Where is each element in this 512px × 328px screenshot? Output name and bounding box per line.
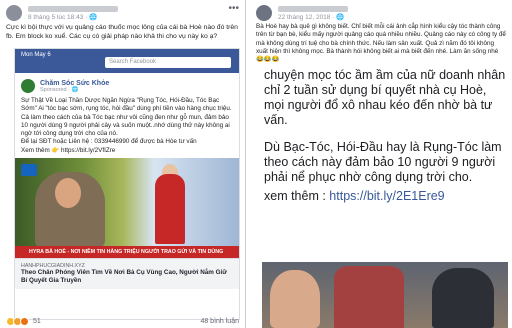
channel-logo-icon	[21, 164, 37, 177]
see-more-line: xem thêm : https://bit.ly/2E1Ere9	[262, 187, 508, 206]
person-left-figure	[270, 270, 320, 328]
author-block: 22 tháng 12, 2018 · 🌐	[278, 4, 348, 21]
avatar[interactable]	[6, 5, 22, 21]
post-caption: Bà Hoè hay bà quê gì không biết. Chỉ biế…	[256, 23, 506, 64]
left-post: 8 tháng 5 lúc 18:43 · 🌐 ••• Cực kì bội t…	[0, 0, 246, 328]
post-header: 8 tháng 5 lúc 18:43 · 🌐 •••	[0, 0, 245, 22]
author-name[interactable]	[278, 6, 348, 12]
see-more-link[interactable]: https://bit.ly/2E1Ere9	[329, 189, 444, 203]
ad-header: Chăm Sóc Sức Khỏe Sponsored · 🌐	[15, 73, 239, 95]
reactions-bar: 51 48 bình luận	[6, 317, 239, 326]
post-date[interactable]: 8 tháng 5 lúc 18:43 · 🌐	[28, 13, 118, 21]
embedded-screenshot[interactable]: Mon May 6 Search Facebook Chăm Sóc Sức K…	[14, 48, 240, 320]
post-header: 22 tháng 12, 2018 · 🌐	[250, 0, 512, 22]
post-caption: Cực kì bội thực với vụ quảng cáo thuốc m…	[6, 24, 238, 40]
reporter-figure	[155, 174, 185, 245]
author-block: 8 tháng 5 lúc 18:43 · 🌐	[28, 4, 118, 21]
link-title: Theo Chân Phóng Viên Tìm Về Nơi Bà Cụ Vù…	[21, 269, 227, 285]
quote-paragraph-2: Dù Bạc-Tóc, Hói-Đầu hay là Rụng-Tóc làm …	[264, 140, 502, 184]
see-more-label: xem thêm :	[264, 189, 330, 203]
post-date[interactable]: 22 tháng 12, 2018 · 🌐	[278, 13, 348, 21]
page-name: Chăm Sóc Sức Khỏe	[40, 79, 110, 87]
ad-text: Sự Thật Về Loại Thần Dược Ngăn Ngừa "Rụn…	[21, 97, 232, 154]
reactions-count[interactable]: 51	[33, 318, 41, 325]
post-date-text[interactable]: 22 tháng 12, 2018 ·	[278, 14, 336, 21]
globe-icon: 🌐	[336, 14, 345, 21]
post-date-text[interactable]: 8 tháng 5 lúc 18:43 ·	[28, 14, 89, 21]
facebook-topbar: Mon May 6 Search Facebook	[15, 49, 239, 73]
globe-icon: 🌐	[89, 14, 98, 21]
search-input: Search Facebook	[105, 57, 231, 68]
sponsored-label: Sponsored · 🌐	[40, 87, 109, 93]
quote-paragraph-1: chuyện mọc tóc ầm ầm của nữ doanh nhân c…	[264, 68, 506, 127]
right-post: 22 tháng 12, 2018 · 🌐 Bà Hoè hay bà quê …	[250, 0, 512, 328]
news-image	[262, 262, 508, 328]
comments-count[interactable]: 48 bình luận	[200, 318, 239, 325]
globe-icon: 🌐	[71, 86, 79, 93]
angry-reaction-icon[interactable]	[20, 317, 29, 326]
ad-image: HYRA BÀ HOÈ - NƠI NIỀM TIN HÀNG TRIỆU NG…	[15, 158, 239, 259]
crowd-figure	[334, 266, 404, 328]
author-name[interactable]	[28, 6, 118, 12]
link-preview: HANHPHUCGIADINH.XYZ Theo Chân Phóng Viên…	[15, 258, 239, 290]
face-figure	[55, 178, 81, 209]
avatar[interactable]	[256, 5, 272, 21]
person-right-figure	[432, 268, 494, 328]
sponsored-text: Sponsored ·	[40, 86, 72, 93]
news-ticker: HYRA BÀ HOÈ - NƠI NIỀM TIN HÀNG TRIỆU NG…	[15, 246, 239, 259]
more-options-icon[interactable]: •••	[228, 4, 239, 14]
page-avatar	[21, 79, 35, 93]
quoted-ad-text: chuyện mọc tóc ầm ầm của nữ doanh nhân c…	[262, 66, 508, 260]
